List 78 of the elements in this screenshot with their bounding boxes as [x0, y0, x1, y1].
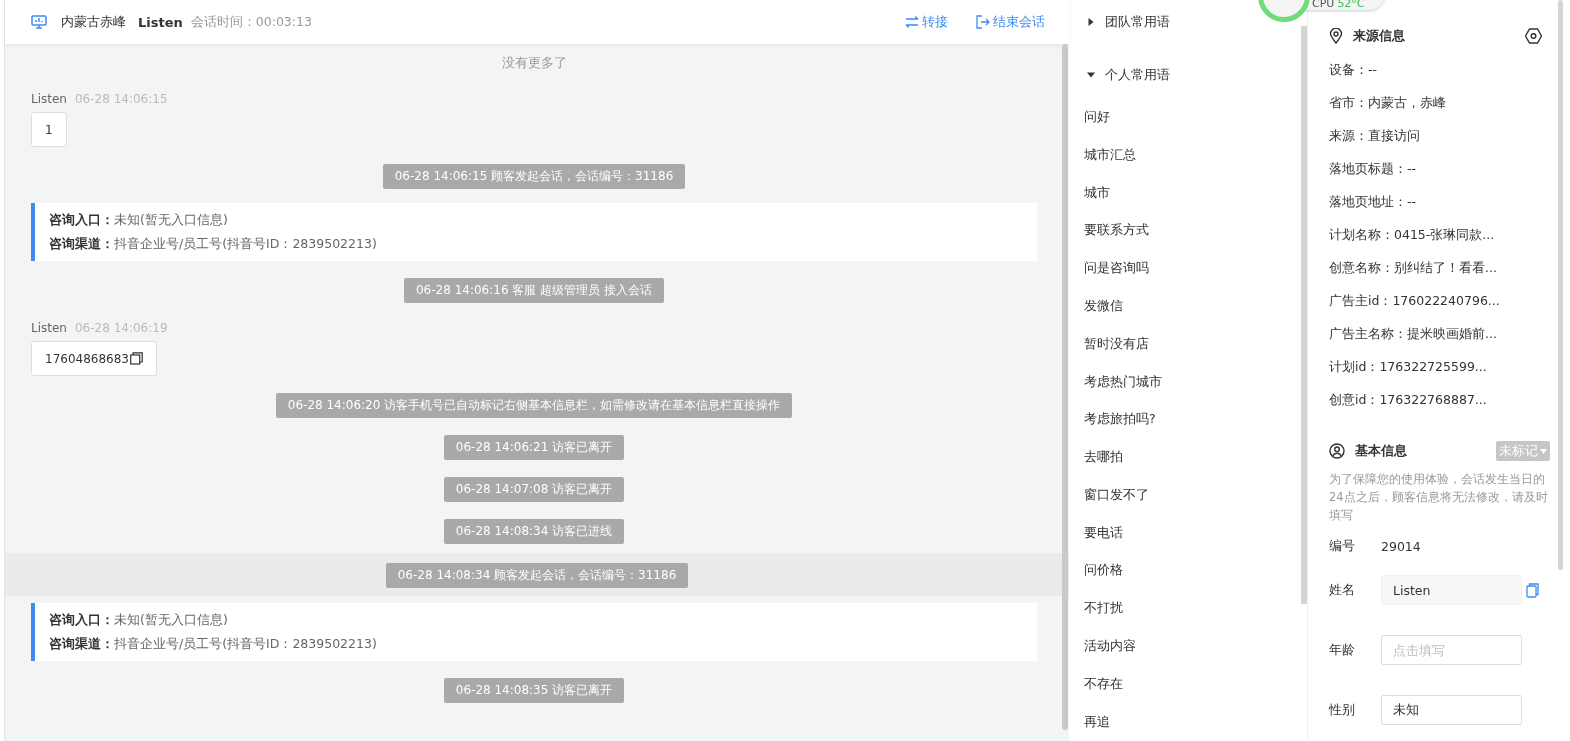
consult-info-line: 咨询入口：未知(暂无入口信息) [49, 612, 229, 629]
source-info-row-text: 落地页地址：-- [1329, 192, 1418, 211]
copy-icon[interactable] [130, 352, 143, 365]
phrase-item[interactable]: 城市 [1084, 174, 1110, 213]
source-info-row-text: 计划名称：0415-张琳同款... [1329, 225, 1496, 244]
notice-text: 为了保障您的使用体验，会话发生当日的24点之后，顾客信息将无法修改，请及时填写 [1329, 470, 1549, 524]
field-label: 年龄 [1329, 641, 1356, 659]
sender-name: Listen [31, 92, 67, 106]
message-bubble: 17604868683 [31, 341, 157, 376]
system-message: 06-28 14:06:16 客服 超级管理员 接入会话 [404, 278, 664, 303]
location-text: 内蒙古赤峰 [61, 13, 126, 31]
location-pin-icon [1329, 28, 1343, 45]
source-info-row-text: 计划id：176322725599... [1329, 357, 1488, 376]
field-label: 性别 [1329, 701, 1356, 719]
visitor-name: Listen [138, 14, 183, 30]
phrase-group[interactable]: 团队常用语 [1087, 9, 1170, 35]
system-message: 06-28 14:08:35 访客已离开 [443, 678, 625, 703]
phrase-item[interactable]: 去哪拍 [1084, 438, 1123, 477]
phrase-item[interactable]: 问好 [1084, 98, 1110, 137]
caret-down-icon [1087, 70, 1095, 79]
sender-name: Listen [31, 321, 67, 335]
no-more-notice: 没有更多了 [500, 54, 568, 72]
phrase-item[interactable]: 要电话 [1084, 514, 1123, 553]
exit-icon [976, 15, 990, 29]
phrase-item[interactable]: 要联系方式 [1084, 212, 1149, 250]
phrase-item[interactable]: 活动内容 [1084, 627, 1136, 666]
phrase-item[interactable]: 问价格 [1084, 552, 1123, 590]
session-duration: 会话时间：00:03:13 [190, 13, 312, 31]
field-value: 29014 [1381, 538, 1421, 554]
end-session-button[interactable]: 结束会话 [976, 13, 1045, 31]
phrase-item[interactable]: 考虑热门城市 [1084, 363, 1162, 401]
field-label: 编号 [1329, 537, 1356, 555]
phrase-item[interactable]: 窗口发不了 [1084, 476, 1149, 515]
scrollbar[interactable] [1301, 26, 1307, 604]
settings-icon[interactable] [1525, 28, 1542, 45]
system-message: 06-28 14:08:34 访客已进线 [443, 519, 625, 544]
swap-arrows-icon [905, 16, 919, 28]
source-info-row-text: 来源：直接访问 [1329, 126, 1421, 145]
input-field[interactable]: 点击填写 [1381, 635, 1522, 665]
system-message: 06-28 14:06:21 访客已离开 [443, 435, 625, 460]
scrollbar[interactable] [1558, 0, 1563, 570]
monitor-icon [31, 15, 47, 29]
user-icon [1329, 443, 1345, 460]
message-time: 06-28 14:06:15 [74, 92, 168, 106]
source-info-row-text: 落地页标题：-- [1329, 159, 1418, 178]
source-info-row-text: 广告主名称：提米映画婚前... [1329, 324, 1498, 343]
phrase-item[interactable]: 发微信 [1084, 287, 1123, 326]
consult-info-line: 咨询渠道：抖音企业号/员工号(抖音号ID：2839502213) [49, 236, 378, 253]
phrase-group[interactable]: 个人常用语 [1087, 61, 1170, 88]
system-message: 06-28 14:07:08 访客已离开 [443, 477, 625, 502]
caret-right-icon [1087, 17, 1095, 26]
input-field[interactable]: 未知 [1381, 695, 1522, 725]
message-time: 06-28 14:06:19 [74, 321, 168, 335]
scrollbar[interactable] [1062, 44, 1068, 730]
transfer-button[interactable]: 转接 [905, 13, 948, 31]
phrase-item[interactable]: 再追 [1084, 703, 1110, 741]
phrase-item[interactable]: 考虑旅拍吗? [1084, 400, 1156, 439]
source-info-row-text: 省市：内蒙古，赤峰 [1329, 93, 1447, 112]
message-bubble: 1 [31, 112, 67, 147]
field-label: 姓名 [1329, 581, 1356, 599]
system-message: 06-28 14:06:15 顾客发起会话，会话编号：31186 [382, 164, 686, 189]
section-title: 来源信息 [1353, 27, 1405, 46]
source-info-row-text: 创意id：176322768887... [1329, 390, 1488, 409]
phrase-item[interactable]: 城市汇总 [1084, 136, 1136, 175]
phrase-item[interactable]: 问是咨询吗 [1084, 249, 1149, 288]
consult-info-line: 咨询渠道：抖音企业号/员工号(抖音号ID：2839502213) [49, 636, 378, 653]
caret-down-icon [1540, 449, 1547, 455]
phrase-item[interactable]: 不打扰 [1084, 589, 1123, 628]
phrase-item[interactable]: 不存在 [1084, 665, 1123, 704]
input-field[interactable]: Listen [1381, 575, 1522, 605]
phrase-item[interactable]: 暂时没有店 [1084, 325, 1149, 364]
section-title: 基本信息 [1355, 442, 1407, 461]
consult-info-line: 咨询入口：未知(暂无入口信息) [49, 212, 229, 229]
source-info-row-text: 设备：-- [1329, 60, 1379, 79]
system-message: 06-28 14:06:20 访客手机号已自动标记右侧基本信息栏，如需修改请在基本信息栏直接操作 [275, 393, 793, 418]
source-info-row-text: 创意名称：别纠结了！看看... [1329, 258, 1498, 277]
source-info-row-text: 广告主id：176022240796... [1329, 291, 1501, 310]
system-message: 06-28 14:08:34 顾客发起会话，会话编号：31186 [385, 563, 689, 588]
